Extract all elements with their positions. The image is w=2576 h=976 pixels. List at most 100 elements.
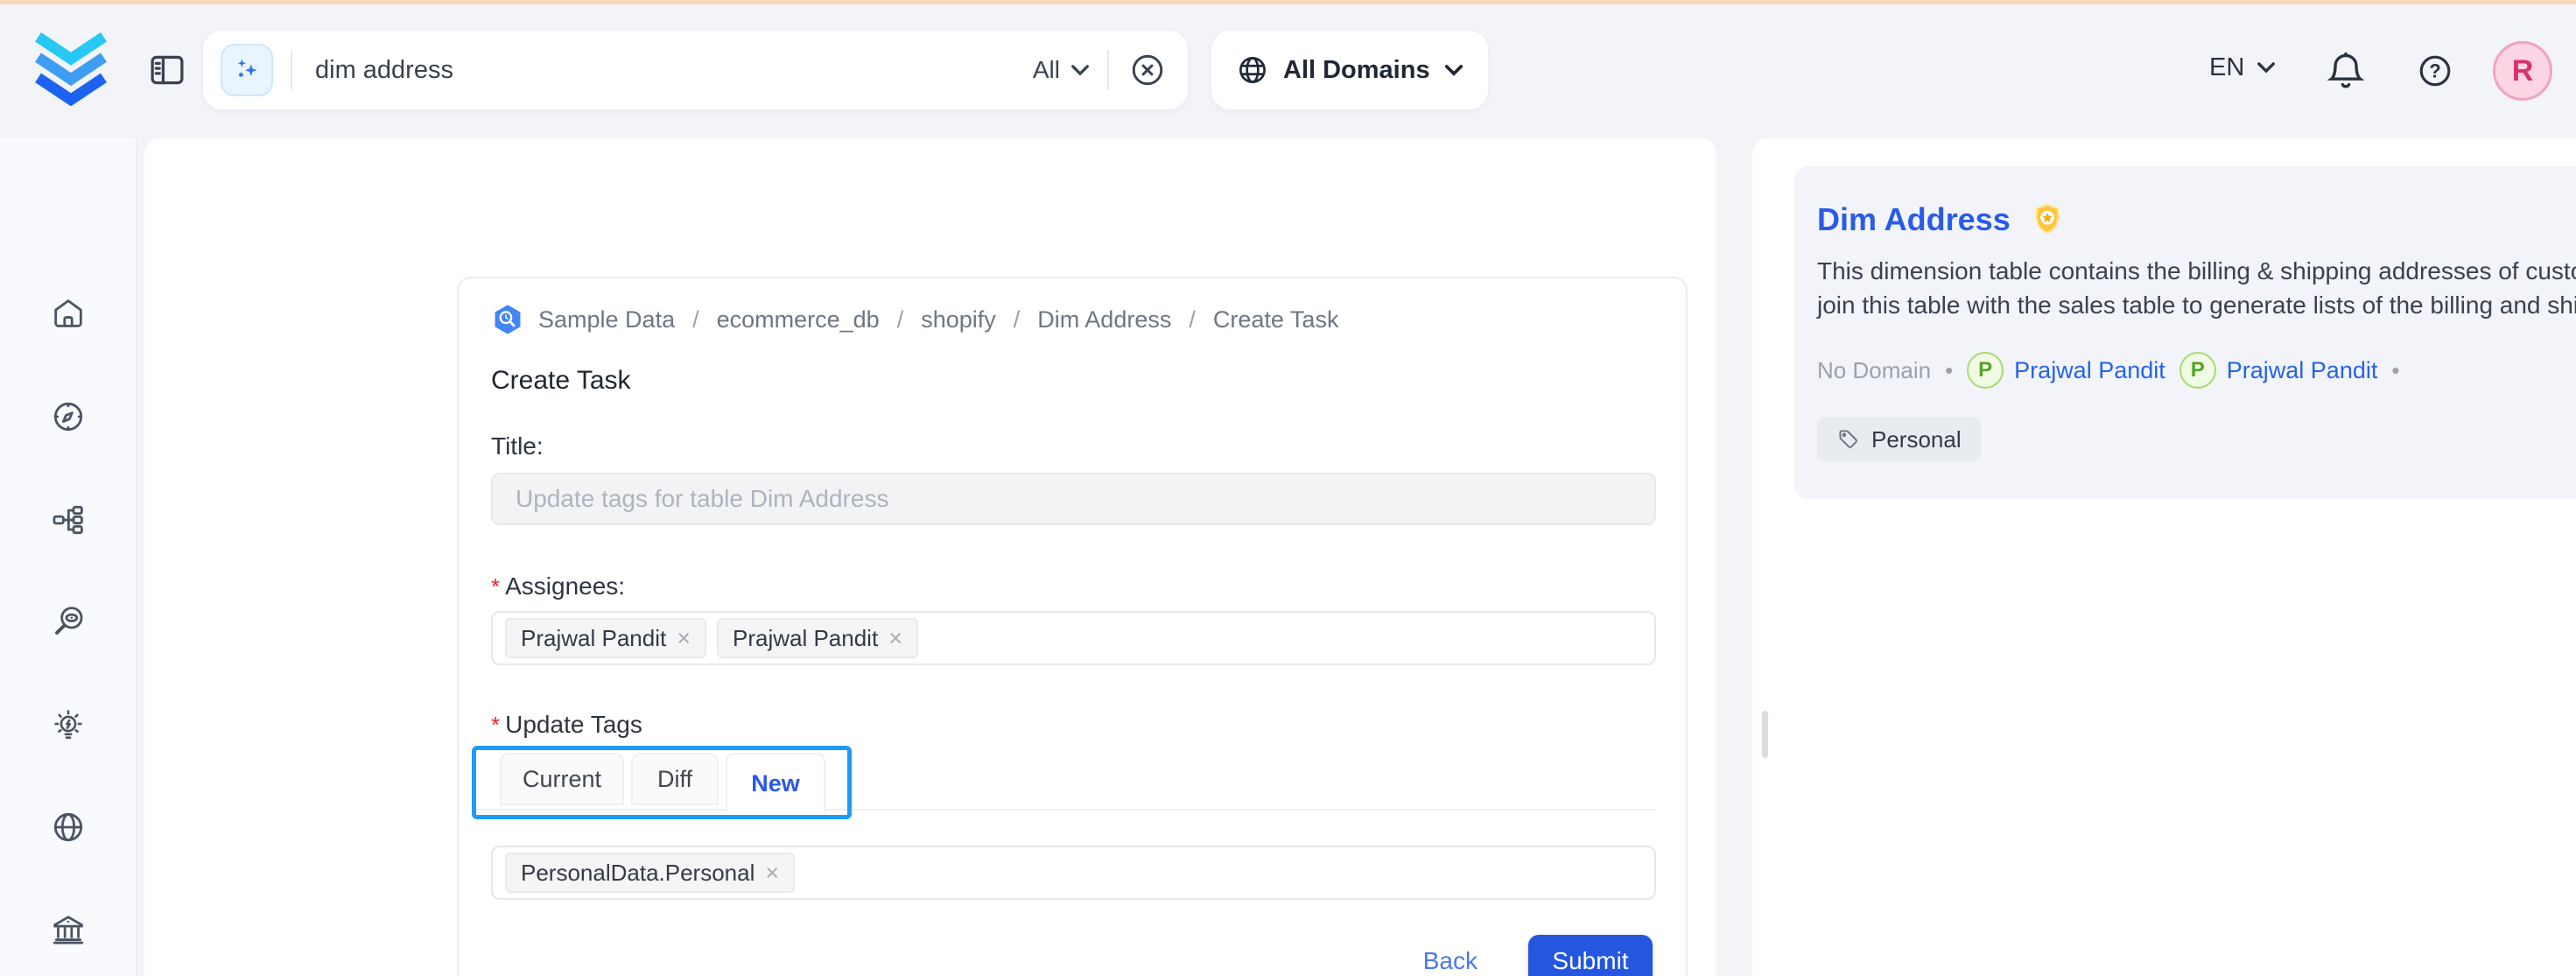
user-avatar[interactable]: R: [2493, 41, 2552, 101]
chevron-down-icon: [1444, 64, 1463, 77]
remove-chip-icon[interactable]: ×: [677, 625, 691, 652]
sidebar-nav: [0, 138, 137, 976]
breadcrumb-separator: /: [1010, 306, 1024, 334]
tab-bar-underline: [472, 809, 1656, 811]
domain-label: No Domain: [1817, 357, 1931, 384]
owner-name: Prajwal Pandit: [2227, 357, 2378, 384]
home-icon: [50, 295, 87, 332]
assignee-chip[interactable]: Prajwal Pandit ×: [505, 618, 706, 658]
page-title: Create Task: [491, 366, 631, 396]
asset-summary-card: Dim Address This dimension table contain…: [1794, 166, 2576, 499]
back-button[interactable]: Back: [1423, 947, 1478, 975]
assignees-input[interactable]: Prajwal Pandit × Prajwal Pandit ×: [491, 611, 1656, 665]
update-tags-field-label: *Update Tags: [491, 711, 642, 739]
globe-icon: [50, 809, 87, 846]
workflow-icon: [50, 502, 87, 538]
search-input[interactable]: [292, 56, 1033, 85]
tag-chip[interactable]: PersonalData.Personal ×: [505, 853, 795, 893]
all-domains-dropdown[interactable]: All Domains: [1211, 31, 1488, 109]
asset-title-link[interactable]: Dim Address: [1817, 201, 2011, 238]
notifications-button[interactable]: [2325, 50, 2367, 92]
language-dropdown[interactable]: EN: [2209, 53, 2276, 82]
breadcrumb-separator: /: [894, 306, 908, 334]
owner-link[interactable]: P Prajwal Pandit: [2179, 352, 2378, 389]
governance-bank-icon: [50, 911, 87, 948]
tag-icon: [1836, 427, 1861, 452]
classification-tag-personal[interactable]: Personal: [1817, 418, 1981, 461]
language-label: EN: [2209, 53, 2244, 82]
owner-name: Prajwal Pandit: [2014, 357, 2165, 384]
circle-x-icon[interactable]: [1128, 51, 1167, 89]
required-asterisk: *: [491, 712, 500, 738]
asset-preview-panel: Dim Address This dimension table contain…: [1752, 138, 2576, 976]
tag-label: Personal: [1871, 426, 1962, 453]
bigquery-icon: [491, 303, 524, 336]
tab-label: New: [751, 770, 800, 797]
scrollbar-thumb[interactable]: [1762, 711, 1768, 758]
sparkles-icon[interactable]: [221, 44, 273, 96]
chevron-down-icon: [2257, 61, 2276, 74]
tab-diff[interactable]: Diff: [631, 753, 719, 805]
tab-label: Diff: [657, 766, 692, 793]
owner-avatar: P: [2179, 352, 2216, 389]
owner-avatar: P: [1967, 352, 2004, 389]
assignee-chip[interactable]: Prajwal Pandit ×: [717, 618, 918, 658]
global-search-bar: All: [203, 31, 1188, 109]
divider: [1107, 50, 1109, 90]
globe-icon: [1236, 53, 1269, 87]
sidebar-item-governance[interactable]: [50, 911, 87, 948]
search-scope-label: All: [1033, 56, 1060, 84]
search-scope-dropdown[interactable]: All: [1033, 56, 1090, 84]
breadcrumb-item[interactable]: Dim Address: [1037, 306, 1171, 334]
all-domains-label: All Domains: [1283, 56, 1430, 85]
question-mark-icon: ?: [2416, 52, 2454, 90]
remove-chip-icon[interactable]: ×: [888, 625, 902, 652]
breadcrumb-separator: /: [1185, 306, 1199, 334]
tags-input[interactable]: PersonalData.Personal ×: [491, 846, 1656, 900]
sidebar-item-home[interactable]: [50, 295, 87, 332]
tag-chip-label: PersonalData.Personal: [521, 860, 755, 887]
title-input[interactable]: [491, 473, 1656, 525]
atlan-logo-icon[interactable]: [33, 31, 109, 106]
remove-chip-icon[interactable]: ×: [765, 860, 779, 887]
lightbulb-icon: [50, 706, 87, 743]
create-task-card: Sample Data / ecommerce_db / shopify / D…: [457, 277, 1688, 976]
tab-current[interactable]: Current: [500, 753, 624, 805]
breadcrumb: Sample Data / ecommerce_db / shopify / D…: [491, 303, 1338, 336]
magnifier-eye-icon: [50, 603, 87, 640]
help-button[interactable]: ?: [2416, 52, 2454, 90]
form-actions: Back Submit: [1423, 935, 1653, 976]
compass-icon: [50, 398, 87, 435]
sidebar-item-discover[interactable]: [50, 398, 87, 435]
svg-text:?: ?: [2429, 60, 2440, 82]
avatar-initial: R: [2512, 54, 2534, 88]
dot-separator: •: [2391, 357, 2399, 384]
bell-icon: [2325, 50, 2367, 92]
chevron-down-icon: [1070, 64, 1090, 77]
asset-description: This dimension table contains the billin…: [1817, 254, 2576, 322]
sidebar-toggle-icon[interactable]: [147, 50, 187, 90]
tab-new[interactable]: New: [726, 753, 825, 812]
sidebar-item-domains[interactable]: [50, 809, 87, 846]
verified-shield-icon: [2030, 202, 2065, 237]
submit-button[interactable]: Submit: [1528, 935, 1653, 976]
top-bar: All All Domains EN: [0, 4, 2576, 138]
breadcrumb-separator: /: [689, 306, 703, 334]
sidebar-item-observe[interactable]: [50, 603, 87, 640]
required-asterisk: *: [491, 573, 500, 600]
breadcrumb-item-current: Create Task: [1213, 306, 1339, 334]
assignee-chip-label: Prajwal Pandit: [521, 625, 666, 652]
breadcrumb-item[interactable]: Sample Data: [538, 306, 675, 334]
dot-separator: •: [1945, 357, 1953, 384]
assignees-field-label: *Assignees:: [491, 572, 625, 600]
asset-meta-row: No Domain • P Prajwal Pandit P Prajwal P…: [1817, 352, 2399, 389]
title-field-label: Title:: [491, 432, 544, 460]
main-content-panel: Sample Data / ecommerce_db / shopify / D…: [144, 138, 1716, 976]
sidebar-item-products[interactable]: [50, 502, 87, 538]
sidebar-item-insights[interactable]: [50, 706, 87, 743]
breadcrumb-item[interactable]: ecommerce_db: [717, 306, 880, 334]
owner-link[interactable]: P Prajwal Pandit: [1967, 352, 2165, 389]
assignee-chip-label: Prajwal Pandit: [733, 625, 878, 652]
tab-label: Current: [523, 766, 601, 793]
breadcrumb-item[interactable]: shopify: [921, 306, 996, 334]
